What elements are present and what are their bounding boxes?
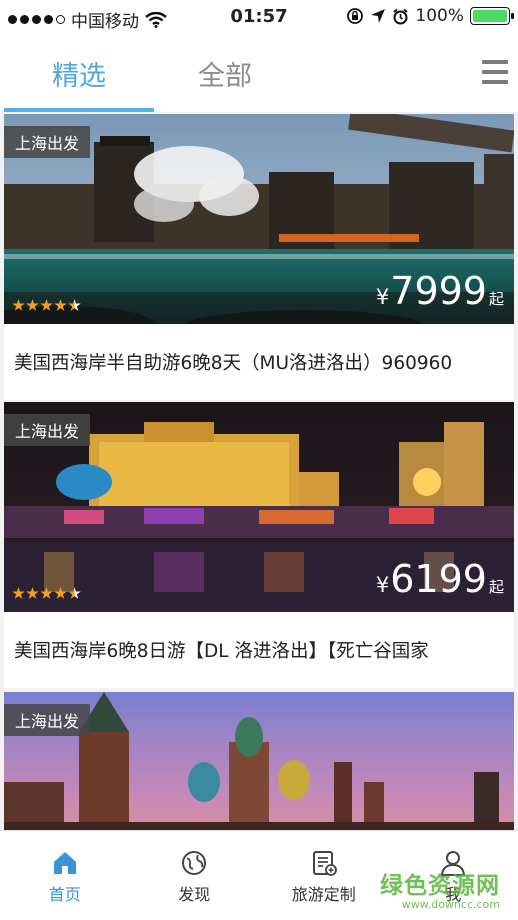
nav-me[interactable]: 我 [389,831,518,920]
departure-tag: 上海出发 [4,126,91,158]
trip-image-waterworld[interactable]: 上海出发 ¥7999 起 [4,114,514,324]
user-icon [441,851,466,876]
trip-card[interactable]: 上海出发 ¥6199 起 美国西海岸6晚8日游【DL 洛进洛出】【死亡谷国家 [4,402,514,688]
nav-discover-label: 发现 [178,885,211,904]
star-icon [12,587,25,599]
location-arrow-icon [371,9,386,23]
star-icon [54,299,67,311]
nav-custom-travel-label: 旅游定制 [291,885,356,904]
nav-me-label: 我 [445,885,462,904]
price-value: 6199 [390,557,487,601]
price-label: ¥7999 起 [376,272,504,310]
nav-custom-travel[interactable]: 旅游定制 [259,831,389,920]
star-icon [40,299,53,311]
battery-percent: 100% [415,6,464,26]
trip-image-moscow[interactable]: 上海出发 [4,692,514,830]
nav-home[interactable]: 首页 [0,831,130,920]
half-star-icon [68,587,81,599]
rating-stars [12,299,81,312]
hamburger-menu-icon[interactable] [482,60,508,84]
trip-title[interactable]: 美国西海岸半自助游6晚8天（MU洛进洛出）960960 [4,324,514,400]
nav-discover[interactable]: 发现 [130,831,260,920]
star-icon [40,587,53,599]
nav-home-label: 首页 [48,885,81,904]
home-icon [53,852,76,874]
star-icon [12,299,25,311]
departure-tag: 上海出发 [4,704,91,736]
document-edit-icon [312,851,337,876]
half-star-icon [68,299,81,311]
tab-header: 精选 全部 [0,34,518,112]
alarm-clock-icon [393,8,409,24]
bottom-nav: 首页 发现 旅游定制 我 [0,830,518,920]
rotation-lock-icon [347,8,364,24]
price-currency: ¥ [375,573,390,597]
price-currency: ¥ [375,285,390,309]
price-unit: 起 [488,578,504,596]
star-icon [26,587,39,599]
star-icon [26,299,39,311]
status-right: 100% [346,6,514,26]
trip-title[interactable]: 美国西海岸6晚8日游【DL 洛进洛出】【死亡谷国家 [4,612,514,688]
battery-icon [470,7,514,25]
tab-featured[interactable]: 精选 [52,54,106,93]
tab-all[interactable]: 全部 [198,54,252,93]
price-unit: 起 [488,290,504,308]
rating-stars [12,587,81,600]
star-icon [54,587,67,599]
departure-tag: 上海出发 [4,414,91,446]
price-label: ¥6199 起 [376,560,504,598]
globe-icon [182,851,207,875]
trip-card[interactable]: 上海出发 ¥7999 起 美国西海岸半自助游6晚8天（MU洛进洛出）960960 [4,114,514,400]
trip-feed[interactable]: 上海出发 ¥7999起 美国西海岸半自助游6晚8天（MU洛进洛出）960960 [0,112,518,830]
trip-card[interactable]: 上海出发 [4,692,514,830]
status-bar: 中国移动 01:57 100% [0,0,518,34]
price-value: 7999 [390,269,487,313]
trip-image-las-vegas[interactable]: 上海出发 ¥6199 起 [4,402,514,612]
